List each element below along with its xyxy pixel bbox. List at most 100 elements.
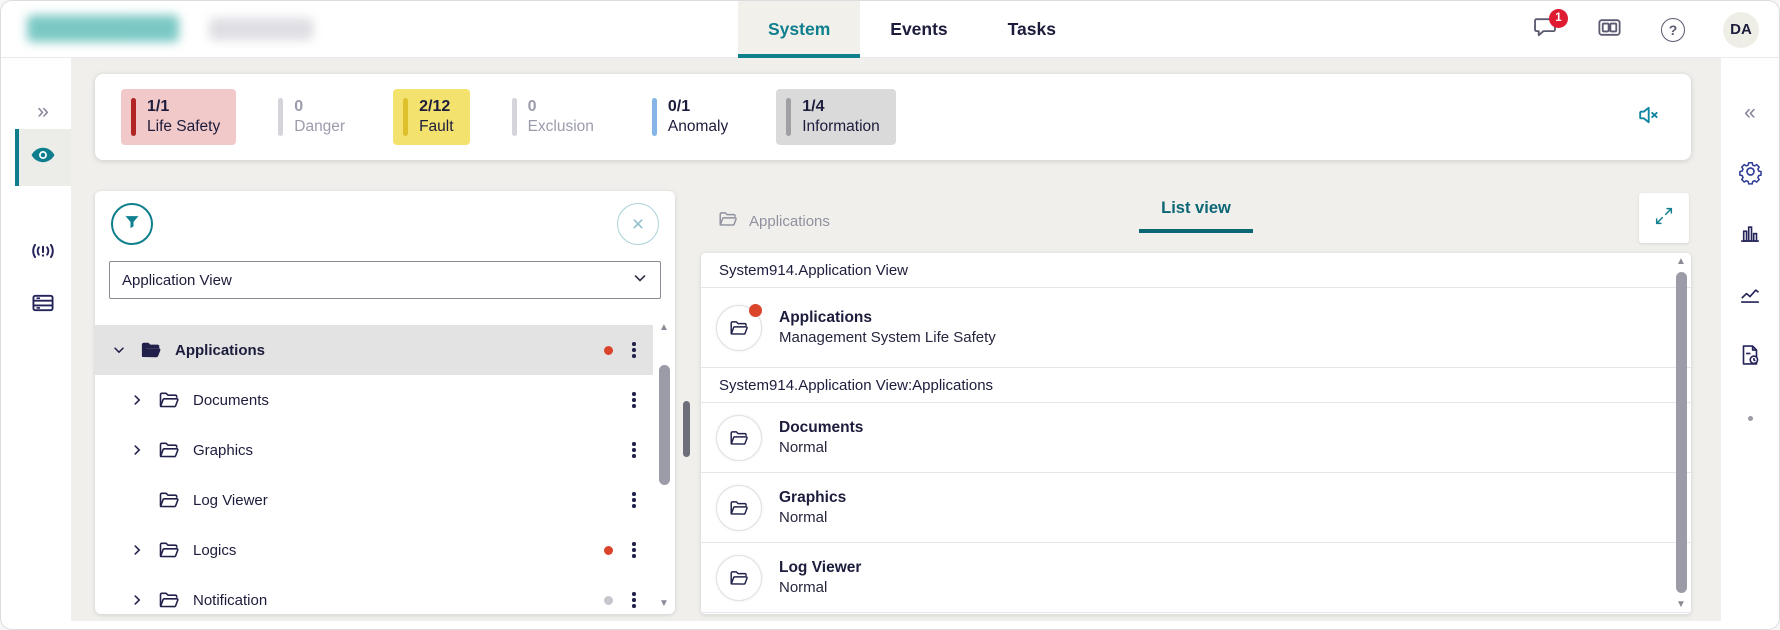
alarm-dot-gray	[604, 596, 613, 605]
tree-row-applications[interactable]: Applications	[95, 325, 653, 375]
folder-icon	[157, 388, 181, 412]
help-icon: ?	[1661, 18, 1685, 42]
chip-danger[interactable]: 0 Danger	[268, 89, 361, 145]
severity-bar	[786, 98, 791, 136]
view-selector-dropdown[interactable]: Application View	[109, 261, 661, 299]
chip-fault[interactable]: 2/12 Fault	[393, 89, 469, 145]
user-avatar[interactable]: DA	[1723, 12, 1759, 48]
chip-information[interactable]: 1/4 Information	[776, 89, 896, 145]
list-item-documents[interactable]: Documents Normal	[701, 403, 1691, 473]
trend-chart-button[interactable]	[1732, 279, 1768, 313]
scroll-up-arrow[interactable]: ▲	[1676, 257, 1686, 267]
item-subtitle: Management System Life Safety	[779, 330, 996, 347]
gear-icon	[1737, 158, 1764, 190]
tree-row-notification[interactable]: Notification	[95, 575, 653, 614]
scrollbar-thumb[interactable]	[659, 365, 670, 485]
layout-split-view-button[interactable]	[1595, 16, 1623, 44]
chevron-right-icon[interactable]	[129, 542, 145, 558]
item-avatar	[716, 305, 762, 351]
list-item-log-viewer[interactable]: Log Viewer Normal	[701, 543, 1691, 613]
tab-events[interactable]: Events	[860, 1, 977, 58]
chevron-right-icon[interactable]	[129, 392, 145, 408]
folder-icon	[717, 208, 739, 234]
list-scrollbar[interactable]: ▲ ▼	[1673, 257, 1689, 610]
tab-list-view[interactable]: List view	[1139, 199, 1253, 233]
mute-alarms-button[interactable]	[1631, 100, 1665, 134]
scroll-down-arrow[interactable]: ▼	[1676, 600, 1686, 610]
item-title: Applications	[779, 309, 996, 326]
primary-tabs: System Events Tasks	[738, 1, 1086, 58]
item-subtitle: Normal	[779, 580, 861, 597]
item-avatar	[716, 415, 762, 461]
chip-label: Life Safety	[147, 118, 220, 136]
breadcrumb-label: Applications	[749, 213, 830, 230]
tab-system[interactable]: System	[738, 1, 860, 58]
bar-chart-button[interactable]	[1732, 218, 1768, 252]
close-icon: ×	[632, 214, 644, 235]
list-item-applications[interactable]: Applications Management System Life Safe…	[701, 288, 1691, 368]
bar-chart-icon	[1737, 220, 1763, 251]
kebab-menu-icon[interactable]	[625, 542, 643, 558]
notifications-button[interactable]: 1	[1531, 16, 1559, 44]
scheduled-report-button[interactable]	[1732, 340, 1768, 374]
dot-icon	[1748, 416, 1753, 421]
main-region: 1/1 Life Safety 0 Danger 2/12 Fault	[71, 58, 1721, 621]
tree-row-log-viewer[interactable]: Log Viewer	[95, 475, 653, 525]
tree-view: Applications	[95, 325, 653, 614]
scroll-up-arrow[interactable]: ▲	[659, 323, 669, 333]
topbar: System Events Tasks 1	[1, 1, 1779, 58]
kebab-menu-icon[interactable]	[625, 492, 643, 508]
scrollbar-thumb[interactable]	[1676, 272, 1687, 593]
list-panel-header: Applications List view	[701, 191, 1691, 253]
breadcrumb[interactable]: Applications	[717, 208, 830, 234]
topbar-actions: 1 ? DA	[1531, 1, 1759, 58]
kebab-menu-icon[interactable]	[625, 392, 643, 408]
list-item-graphics[interactable]: Graphics Normal	[701, 473, 1691, 543]
chip-label: Information	[802, 118, 880, 136]
brand	[27, 15, 313, 42]
group-header-label: System914.Application View:Applications	[719, 377, 993, 394]
notification-badge: 1	[1549, 9, 1568, 28]
chip-value: 0/1	[668, 98, 728, 116]
tab-active-underline	[1139, 229, 1253, 233]
severity-bar	[512, 98, 517, 136]
system-browser-panel: × Application View	[95, 191, 675, 614]
scroll-down-arrow[interactable]: ▼	[659, 599, 669, 609]
kebab-menu-icon[interactable]	[625, 342, 643, 358]
event-sound-button[interactable]	[15, 231, 71, 275]
chip-exclusion[interactable]: 0 Exclusion	[502, 89, 610, 145]
chip-label: Fault	[419, 118, 453, 136]
tree-row-graphics[interactable]: Graphics	[95, 425, 653, 475]
folder-icon	[157, 538, 181, 562]
tab-tasks[interactable]: Tasks	[978, 1, 1086, 58]
system-manager-button[interactable]	[15, 283, 71, 327]
panel-splitter-handle[interactable]	[683, 401, 690, 457]
chip-life-safety[interactable]: 1/1 Life Safety	[121, 89, 236, 145]
chip-anomaly[interactable]: 0/1 Anomaly	[642, 89, 744, 145]
chevron-right-icon[interactable]	[129, 442, 145, 458]
tree-scrollbar[interactable]: ▲ ▼	[656, 323, 672, 609]
chevron-double-right-icon: »	[37, 100, 49, 124]
alarm-dot-red	[749, 304, 762, 317]
chevron-down-icon[interactable]	[111, 342, 127, 358]
document-clock-icon	[1737, 342, 1763, 373]
alarm-dot-none	[604, 496, 613, 505]
chip-label: Anomaly	[668, 118, 728, 136]
chevron-right-icon[interactable]	[129, 592, 145, 608]
tree-row-documents[interactable]: Documents	[95, 375, 653, 425]
chip-value: 0	[294, 98, 345, 116]
kebab-menu-icon[interactable]	[625, 592, 643, 608]
server-stack-icon	[29, 289, 57, 322]
help-button[interactable]: ?	[1659, 16, 1687, 44]
collapse-rail-button[interactable]: «	[1732, 96, 1768, 130]
settings-button[interactable]	[1732, 157, 1768, 191]
chip-value: 1/4	[802, 98, 880, 116]
kebab-menu-icon[interactable]	[625, 442, 643, 458]
tree-row-label: Applications	[175, 342, 265, 359]
tree-row-logics[interactable]: Logics	[95, 525, 653, 575]
expand-panel-button[interactable]	[1639, 193, 1689, 243]
expand-rail-button[interactable]: »	[15, 90, 71, 134]
system-browser-view-button[interactable]	[15, 129, 71, 186]
filter-button[interactable]	[111, 203, 153, 245]
clear-filter-button[interactable]: ×	[617, 203, 659, 245]
